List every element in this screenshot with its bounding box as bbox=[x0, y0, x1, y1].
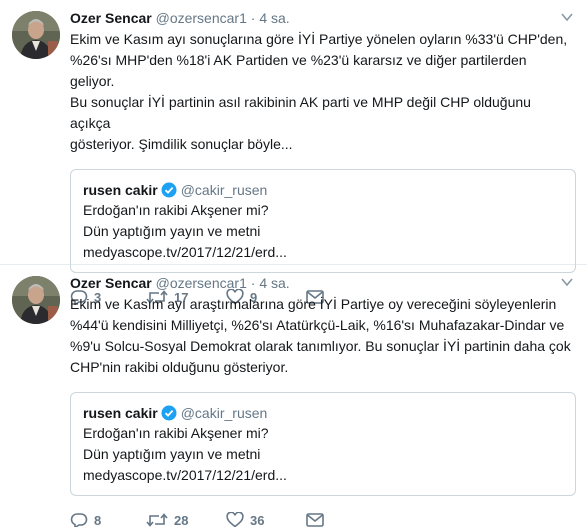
retweet-count: 28 bbox=[174, 512, 189, 527]
quoted-text-line: Dün yaptığım yayın ve metni bbox=[83, 223, 261, 239]
retweet-icon bbox=[146, 513, 168, 527]
avatar[interactable] bbox=[12, 11, 60, 59]
quoted-tweet[interactable]: rusen cakir @cakir_rusen Erdoğan'ın raki… bbox=[70, 169, 576, 273]
heart-icon bbox=[226, 512, 244, 527]
quoted-author-handle: @cakir_rusen bbox=[180, 182, 268, 198]
like-button[interactable]: 36 bbox=[226, 512, 306, 527]
tweet-actions: 8 28 36 bbox=[70, 510, 577, 527]
quoted-text-line: Erdoğan'ın rakibi Akşener mi? bbox=[83, 202, 269, 218]
author-handle[interactable]: @ozersencar1 bbox=[156, 275, 247, 291]
avatar[interactable] bbox=[12, 276, 60, 324]
quoted-text-line: Erdoğan'ın rakibi Akşener mi? bbox=[83, 425, 269, 441]
quoted-author-name: rusen cakir bbox=[83, 182, 158, 198]
tweet-text-line: %44'ü kendisini Milliyetçi, %26'sı Atatü… bbox=[70, 317, 565, 333]
quoted-link: medyascope.tv/2017/12/21/erd... bbox=[83, 467, 287, 483]
quoted-text-line: Dün yaptığım yayın ve metni bbox=[83, 446, 261, 462]
like-count: 36 bbox=[250, 512, 265, 527]
tweet-text-line: %9'u Solcu-Sosyal Demokrat olarak tanıml… bbox=[70, 338, 571, 354]
tweet-header: Ozer Sencar @ozersencar1 · 4 sa. bbox=[70, 9, 577, 29]
author-name[interactable]: Ozer Sencar bbox=[70, 275, 152, 291]
tweet-header: Ozer Sencar @ozersencar1 · 4 sa. bbox=[70, 274, 577, 294]
reply-count: 8 bbox=[94, 512, 102, 527]
author-name[interactable]: Ozer Sencar bbox=[70, 10, 152, 26]
timestamp[interactable]: 4 sa. bbox=[259, 10, 289, 26]
timeline: Ozer Sencar @ozersencar1 · 4 sa. Ekim ve… bbox=[0, 0, 587, 527]
quoted-tweet-header: rusen cakir @cakir_rusen bbox=[83, 180, 563, 200]
tweet-text-line: Ekim ve Kasım ayı araştırmalarına göre İ… bbox=[70, 296, 557, 312]
tweet-text: Ekim ve Kasım ayı araştırmalarına göre İ… bbox=[70, 294, 577, 378]
timestamp[interactable]: 4 sa. bbox=[259, 275, 289, 291]
retweet-button[interactable]: 28 bbox=[146, 512, 226, 527]
reply-icon bbox=[70, 513, 88, 527]
quoted-author-handle: @cakir_rusen bbox=[180, 405, 268, 421]
chevron-down-icon[interactable] bbox=[561, 277, 573, 287]
verified-badge-icon bbox=[161, 405, 177, 421]
verified-badge-icon bbox=[161, 182, 177, 198]
separator-dot: · bbox=[250, 275, 256, 291]
tweet[interactable]: Ozer Sencar @ozersencar1 · 4 sa. Ekim ve… bbox=[0, 0, 587, 305]
tweet-text-line: %26'sı MHP'den %18'i AK Partiden ve %23'… bbox=[70, 52, 527, 89]
quoted-tweet[interactable]: rusen cakir @cakir_rusen Erdoğan'ın raki… bbox=[70, 392, 576, 496]
tweet-text: Ekim ve Kasım ayı sonuçlarına göre İYİ P… bbox=[70, 29, 577, 155]
tweet-text-line: gösteriyor. Şimdilik sonuçlar böyle... bbox=[70, 136, 293, 152]
chevron-down-icon[interactable] bbox=[561, 12, 573, 22]
quoted-link: medyascope.tv/2017/12/21/erd... bbox=[83, 244, 287, 260]
tweet-text-line: CHP'nin rakibi olduğunu gösteriyor. bbox=[70, 359, 289, 375]
separator-dot: · bbox=[250, 10, 256, 26]
tweet[interactable]: Ozer Sencar @ozersencar1 · 4 sa. Ekim ve… bbox=[0, 265, 587, 527]
reply-button[interactable]: 8 bbox=[70, 512, 146, 527]
tweet-text-line: Ekim ve Kasım ayı sonuçlarına göre İYİ P… bbox=[70, 31, 568, 47]
direct-message-button[interactable] bbox=[306, 513, 324, 527]
quoted-tweet-header: rusen cakir @cakir_rusen bbox=[83, 403, 563, 423]
quoted-author-name: rusen cakir bbox=[83, 405, 158, 421]
author-handle[interactable]: @ozersencar1 bbox=[156, 10, 247, 26]
tweet-text-line: Bu sonuçlar İYİ partinin asıl rakibinin … bbox=[70, 94, 531, 131]
envelope-icon bbox=[306, 513, 324, 527]
